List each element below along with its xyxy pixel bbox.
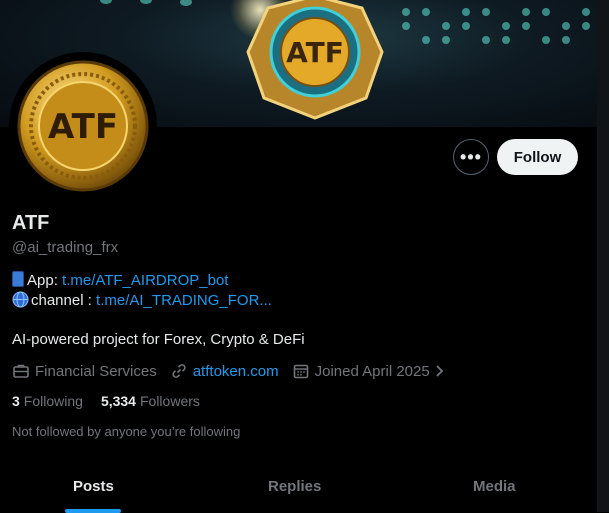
banner-dot	[100, 0, 112, 4]
meta-website[interactable]: atftoken.com	[170, 362, 279, 380]
banner-dot	[462, 8, 470, 16]
banner-dot	[562, 22, 570, 30]
profile-name: ATF	[12, 212, 50, 234]
phone-emoji-icon	[12, 271, 24, 287]
meta-joined[interactable]: Joined April 2025	[292, 362, 446, 380]
banner-dot	[442, 36, 450, 44]
chevron-right-icon	[436, 365, 443, 377]
avatar-coin-icon: ATF	[17, 60, 149, 192]
more-button[interactable]: •••	[453, 139, 489, 175]
banner-emblem: ATF	[246, 0, 384, 120]
banner-dot	[522, 22, 530, 30]
banner-dot	[422, 8, 430, 16]
banner-dot	[582, 22, 590, 30]
tab-media[interactable]: Media	[473, 478, 516, 495]
calendar-icon	[293, 364, 308, 379]
followers-label: Followers	[139, 393, 200, 409]
avatar-text: ATF	[48, 107, 118, 147]
bio-channel-prefix: channel :	[31, 292, 97, 309]
banner-dot	[462, 22, 470, 30]
following-stat[interactable]: 3 Following	[12, 393, 83, 409]
banner-dot	[502, 22, 510, 30]
meta-category-label: Financial Services	[35, 362, 157, 380]
profile-meta: Financial Services atftoken.com Joined A…	[12, 360, 459, 382]
tab-replies[interactable]: Replies	[268, 478, 321, 495]
banner-dot	[402, 22, 410, 30]
website-link[interactable]: atftoken.com	[193, 363, 279, 380]
banner-dot	[482, 36, 490, 44]
banner-dot	[542, 8, 550, 16]
link-icon	[172, 364, 186, 378]
active-tab-indicator	[65, 509, 121, 513]
tab-posts[interactable]: Posts	[73, 478, 114, 495]
profile-description: AI-powered project for Forex, Crypto & D…	[12, 331, 305, 348]
banner-dot	[482, 8, 490, 16]
globe-emoji-icon	[12, 291, 29, 308]
bio-app-link[interactable]: t.me/ATF_AIRDROP_bot	[62, 272, 228, 289]
profile-stats: 3 Following 5,334 Followers	[12, 393, 218, 409]
banner-dot	[542, 36, 550, 44]
followers-count: 5,334	[100, 393, 136, 409]
banner-dot	[522, 8, 530, 16]
following-count: 3	[12, 393, 20, 409]
banner-dot	[502, 36, 510, 44]
not-followed-notice: Not followed by anyone you’re following	[12, 424, 241, 439]
briefcase-icon	[13, 364, 29, 378]
banner-dot	[402, 8, 410, 16]
banner-dot	[180, 0, 192, 6]
banner-dot	[562, 36, 570, 44]
more-icon: •••	[460, 147, 482, 167]
banner-emblem-text: ATF	[286, 36, 344, 69]
banner-dot	[442, 22, 450, 30]
profile-tabs: Posts Replies Media	[0, 462, 597, 513]
banner-dot	[422, 36, 430, 44]
bio-channel-line: channel : t.me/AI_TRADING_FOR...	[12, 291, 272, 309]
bio-app-line: App: t.me/ATF_AIRDROP_bot	[12, 271, 228, 289]
profile-handle: @ai_trading_frx	[12, 239, 119, 256]
following-label: Following	[23, 393, 83, 409]
joined-label: Joined April 2025	[314, 362, 430, 380]
scrollbar-track[interactable]	[597, 0, 609, 512]
bio-app-prefix: App:	[27, 272, 63, 289]
bio-channel-link[interactable]: t.me/AI_TRADING_FOR...	[96, 292, 272, 309]
follow-button[interactable]: Follow	[497, 139, 578, 175]
meta-category: Financial Services	[12, 362, 157, 380]
avatar[interactable]: ATF	[9, 52, 157, 200]
followers-stat[interactable]: 5,334 Followers	[101, 393, 200, 409]
banner-dot	[582, 8, 590, 16]
banner-dot	[140, 0, 152, 4]
